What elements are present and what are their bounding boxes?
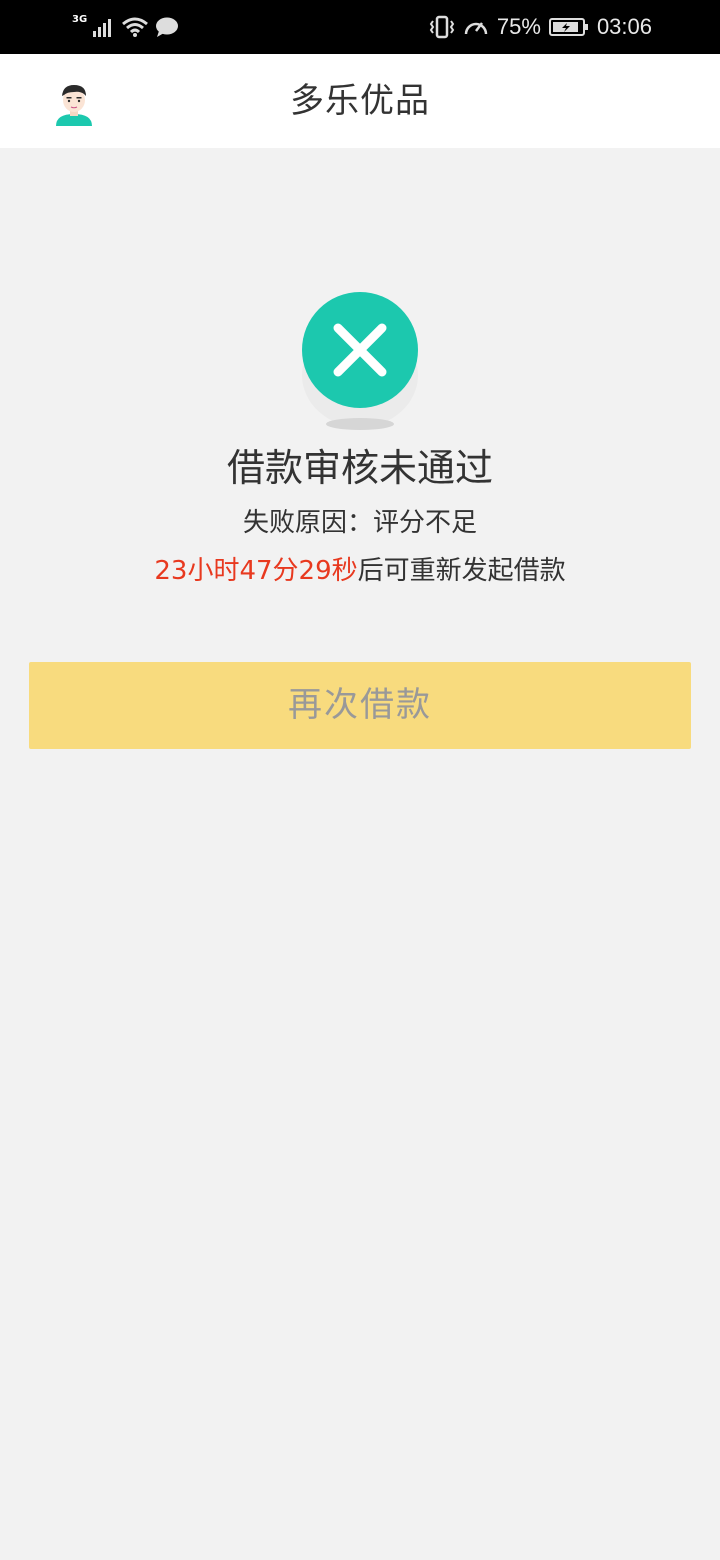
network-type: 3G [72, 13, 88, 25]
clock: 03:06 [596, 14, 652, 39]
countdown-suffix: 后可重新发起借款 [357, 556, 566, 586]
status-left: 3G [72, 12, 179, 42]
page-title: 多乐优品 [290, 81, 430, 121]
app-header: 多乐优品 [0, 54, 720, 148]
failure-reason: 失败原因：评分不足 [242, 508, 477, 538]
message-icon [156, 17, 179, 37]
countdown-line: 23小时47分29秒后可重新发起借款 [0, 551, 720, 591]
speed-icon [464, 22, 488, 35]
fail-x-icon [302, 292, 418, 430]
vibrate-icon [429, 15, 455, 39]
battery-icon [548, 18, 588, 36]
user-avatar-icon[interactable] [52, 82, 96, 126]
wifi-icon [122, 17, 149, 37]
status-bar: 3G 75% 03:06 [0, 0, 720, 54]
battery-percent: 75% [496, 14, 541, 39]
signal-icon [93, 19, 112, 37]
status-right: 75% 03:06 [429, 12, 652, 42]
result-title: 借款审核未通过 [226, 446, 493, 490]
countdown-timer: 23小时47分29秒 [154, 556, 358, 586]
retry-loan-button[interactable]: 再次借款 [29, 662, 691, 749]
